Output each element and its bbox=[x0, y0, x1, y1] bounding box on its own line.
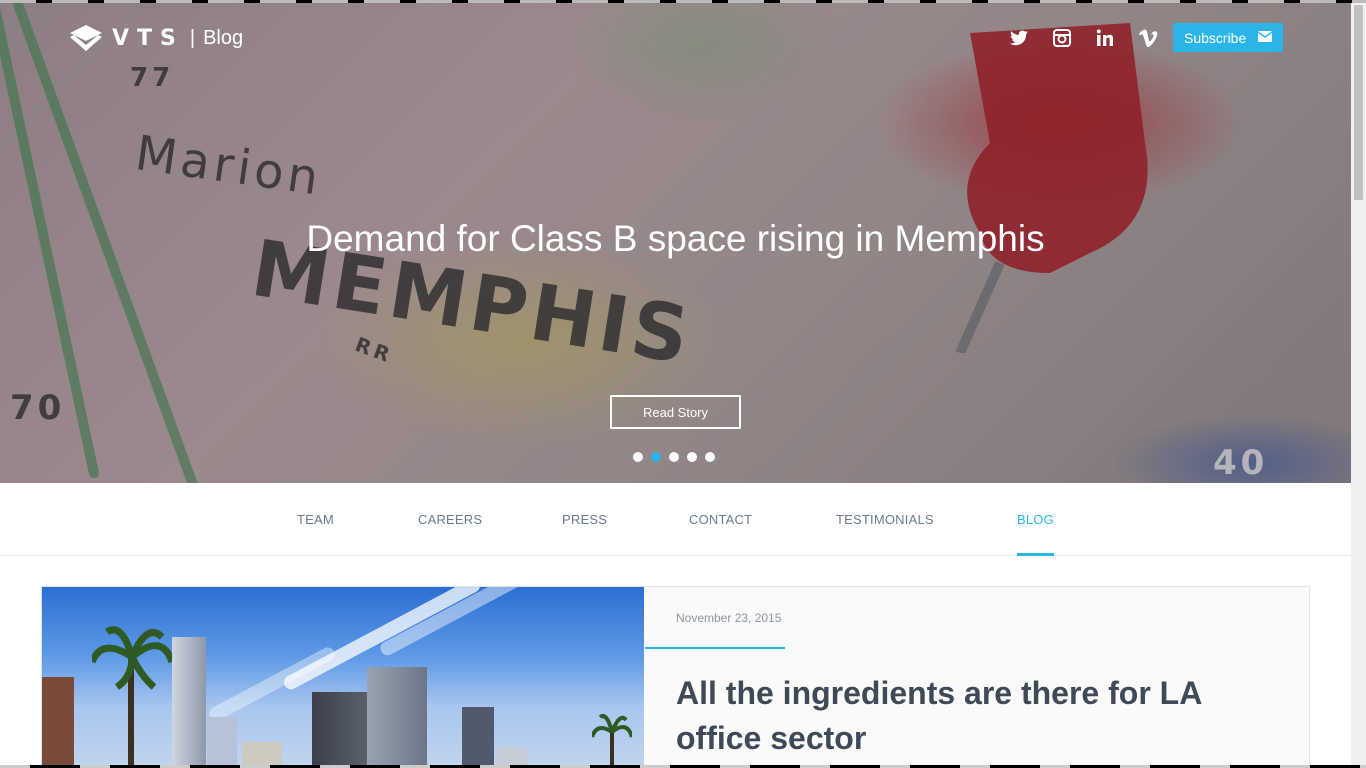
post-title[interactable]: All the ingredients are there for LA off… bbox=[676, 671, 1236, 761]
hero-banner: Marion MEMPHIS 70 77 40 RR VTS | Blog Su… bbox=[0, 3, 1351, 483]
carousel-dots bbox=[633, 452, 723, 462]
brand-separator: | bbox=[189, 26, 196, 49]
vimeo-icon[interactable] bbox=[1137, 27, 1159, 49]
tab-contact[interactable]: CONTACT bbox=[689, 483, 752, 555]
read-story-button[interactable]: Read Story bbox=[610, 395, 741, 429]
tab-testimonials[interactable]: TESTIMONIALS bbox=[836, 483, 934, 555]
palm-tree bbox=[92, 626, 172, 765]
scrollbar-thumb[interactable] bbox=[1354, 5, 1363, 200]
carousel-dot-active[interactable] bbox=[651, 452, 661, 462]
social-links bbox=[1008, 27, 1180, 49]
tab-press[interactable]: PRESS bbox=[562, 483, 607, 555]
subscribe-label: Subscribe bbox=[1184, 29, 1247, 46]
palm-tree bbox=[592, 714, 632, 765]
subscribe-button[interactable]: Subscribe bbox=[1173, 23, 1283, 52]
section-name: Blog bbox=[203, 26, 244, 49]
vts-logo-icon bbox=[70, 25, 102, 51]
blog-post-card[interactable]: November 23, 2015 All the ingredients ar… bbox=[41, 586, 1310, 765]
carousel-dot[interactable] bbox=[687, 452, 697, 462]
section-tabs: TEAM CAREERS PRESS CONTACT TESTIMONIALS … bbox=[0, 483, 1351, 556]
envelope-icon bbox=[1258, 31, 1272, 42]
tab-blog[interactable]: BLOG bbox=[1017, 483, 1054, 556]
post-image-la-skyline[interactable] bbox=[42, 587, 644, 765]
twitter-icon[interactable] bbox=[1008, 27, 1030, 49]
tab-team[interactable]: TEAM bbox=[297, 483, 334, 555]
linkedin-icon[interactable] bbox=[1094, 27, 1116, 49]
hero-title: Demand for Class B space rising in Memph… bbox=[306, 218, 1045, 259]
carousel-dot[interactable] bbox=[705, 452, 715, 462]
tab-careers[interactable]: CAREERS bbox=[418, 483, 482, 555]
page-scrollbar[interactable] bbox=[1351, 3, 1366, 765]
carousel-dot[interactable] bbox=[669, 452, 679, 462]
carousel-dot[interactable] bbox=[633, 452, 643, 462]
post-date: November 23, 2015 bbox=[676, 611, 782, 625]
instagram-icon[interactable] bbox=[1051, 27, 1073, 49]
page: Marion MEMPHIS 70 77 40 RR VTS | Blog Su… bbox=[0, 3, 1351, 765]
post-accent-rule bbox=[645, 647, 785, 649]
brand-name: VTS bbox=[112, 25, 184, 51]
brand-logo[interactable]: VTS | Blog bbox=[68, 23, 243, 53]
